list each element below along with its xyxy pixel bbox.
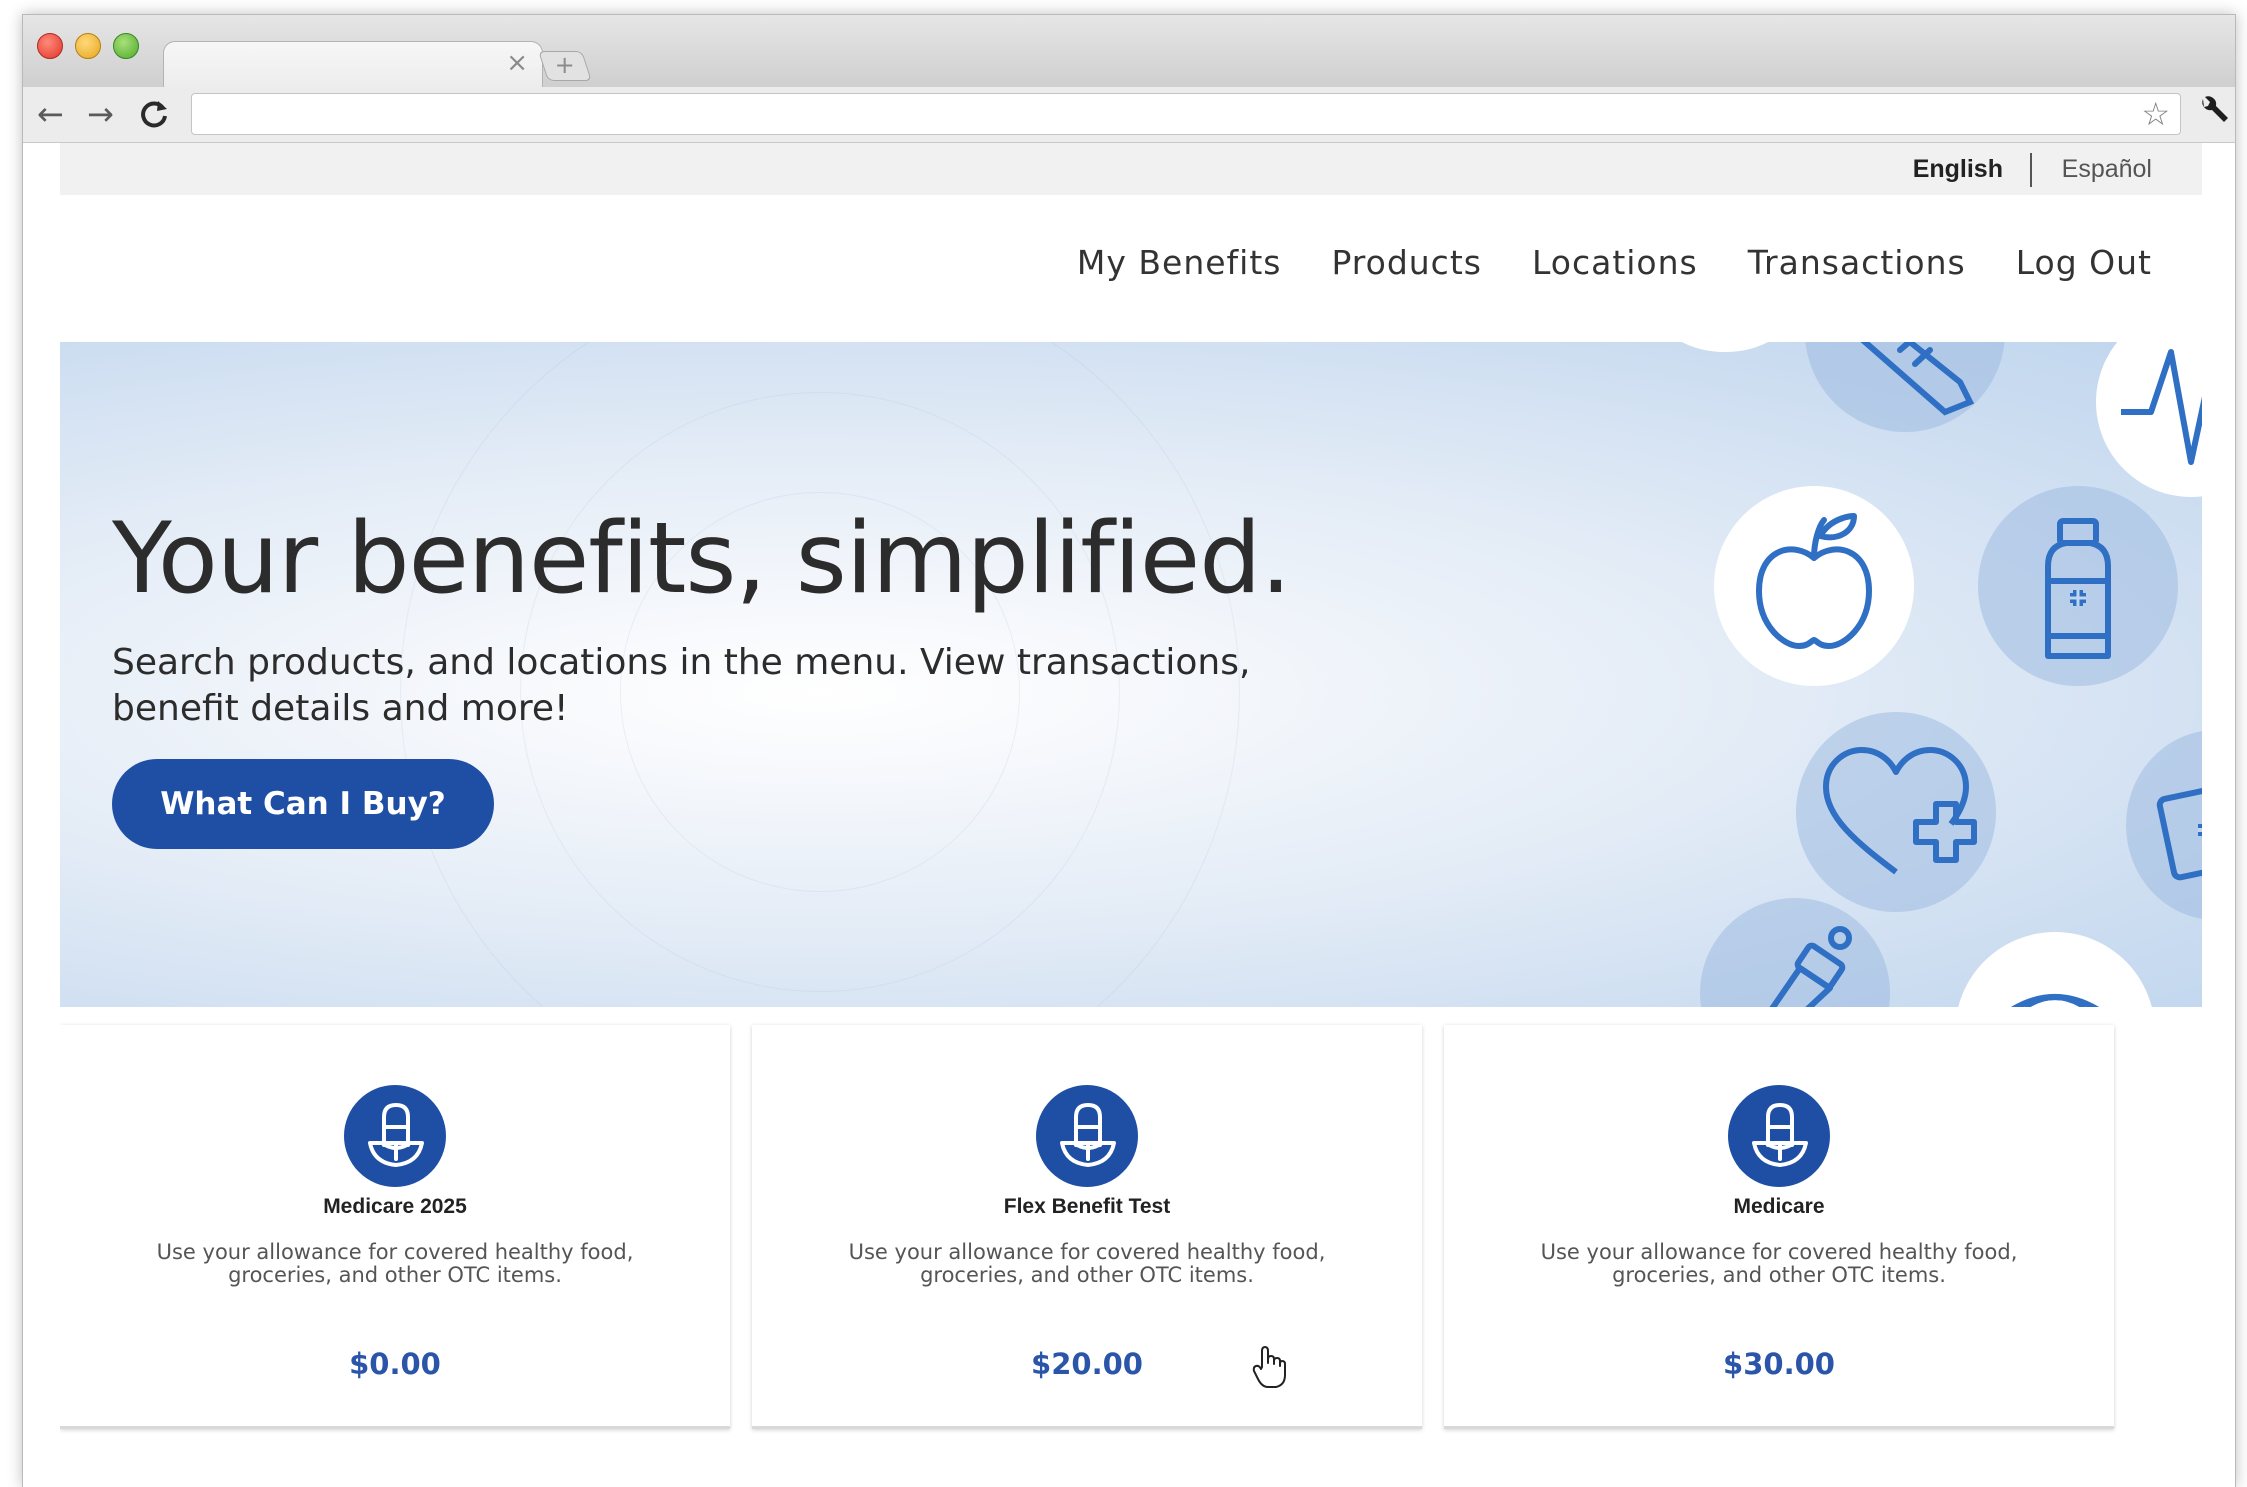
benefit-description: Use your allowance for covered healthy f… [1540,1240,2018,1287]
hero-subtitle: Search products, and locations in the me… [112,642,1251,729]
language-bar: English Español [60,143,2202,195]
hero-banner: Your benefits, simplified. Search produc… [60,342,2202,1007]
medicine-bottle-icon [1978,486,2178,686]
close-window-button[interactable] [37,33,63,59]
benefit-title: Medicare [1733,1195,1825,1218]
pill-food-icon [344,1085,446,1187]
benefit-title: Flex Benefit Test [1003,1195,1171,1218]
page-viewport: English Español My Benefits Products Loc… [60,143,2202,1487]
reload-icon[interactable] [139,95,169,137]
bookmark-star-icon[interactable]: ☆ [2141,96,2170,132]
forward-arrow-icon[interactable]: → [87,95,114,133]
what-can-i-buy-button[interactable]: What Can I Buy? [112,759,494,849]
hand-cursor-icon [1252,1345,1286,1399]
pill-food-icon [1036,1085,1138,1187]
apple-icon [1714,486,1914,686]
nav-locations[interactable]: Locations [1532,243,1698,282]
address-bar[interactable]: ☆ [191,93,2181,135]
decorative-bubble [1660,342,1790,352]
benefit-amount: $0.00 [349,1347,441,1381]
plus-icon: + [554,51,575,79]
main-nav: My Benefits Products Locations Transacti… [1077,243,2152,282]
benefit-description: Use your allowance for covered healthy f… [848,1240,1326,1287]
browser-window: × + ← → ☆ English Español My Benefits Pr… [22,14,2236,1487]
language-divider [2030,153,2032,187]
hero-title: Your benefits, simplified. [112,502,1292,616]
nav-products[interactable]: Products [1331,243,1482,282]
back-arrow-icon[interactable]: ← [37,95,64,133]
nav-transactions[interactable]: Transactions [1748,243,1966,282]
new-tab-button[interactable]: + [538,51,592,81]
pulse-icon [2096,342,2202,497]
baby-bottle-icon [1700,898,1890,1007]
tab-strip: × + [23,15,2235,89]
nav-log-out[interactable]: Log Out [2016,243,2152,282]
benefit-card[interactable]: Medicare Use your allowance for covered … [1444,1025,2114,1429]
zoom-window-button[interactable] [113,33,139,59]
benefit-title: Medicare 2025 [323,1195,467,1218]
heart-plus-icon [1796,712,1996,912]
language-english[interactable]: English [1913,155,2003,184]
wrench-menu-icon[interactable] [2197,95,2229,135]
thermometer-icon [1805,342,2005,432]
first-aid-kit-icon [2126,730,2202,920]
minimize-window-button[interactable] [75,33,101,59]
pill-food-icon [1728,1085,1830,1187]
browser-tab[interactable]: × [163,41,543,89]
benefit-amount: $30.00 [1723,1347,1835,1381]
language-spanish[interactable]: Español [2062,155,2152,184]
browser-toolbar: ← → ☆ [23,87,2235,143]
tab-close-icon[interactable]: × [506,48,528,78]
benefit-card[interactable]: Medicare 2025 Use your allowance for cov… [60,1025,730,1429]
eye-icon [1955,932,2155,1007]
benefit-cards: Medicare 2025 Use your allowance for cov… [60,1007,2202,1487]
benefit-description: Use your allowance for covered healthy f… [156,1240,634,1287]
benefit-card[interactable]: Flex Benefit Test Use your allowance for… [752,1025,1422,1429]
nav-my-benefits[interactable]: My Benefits [1077,243,1282,282]
benefit-amount: $20.00 [1031,1347,1143,1381]
